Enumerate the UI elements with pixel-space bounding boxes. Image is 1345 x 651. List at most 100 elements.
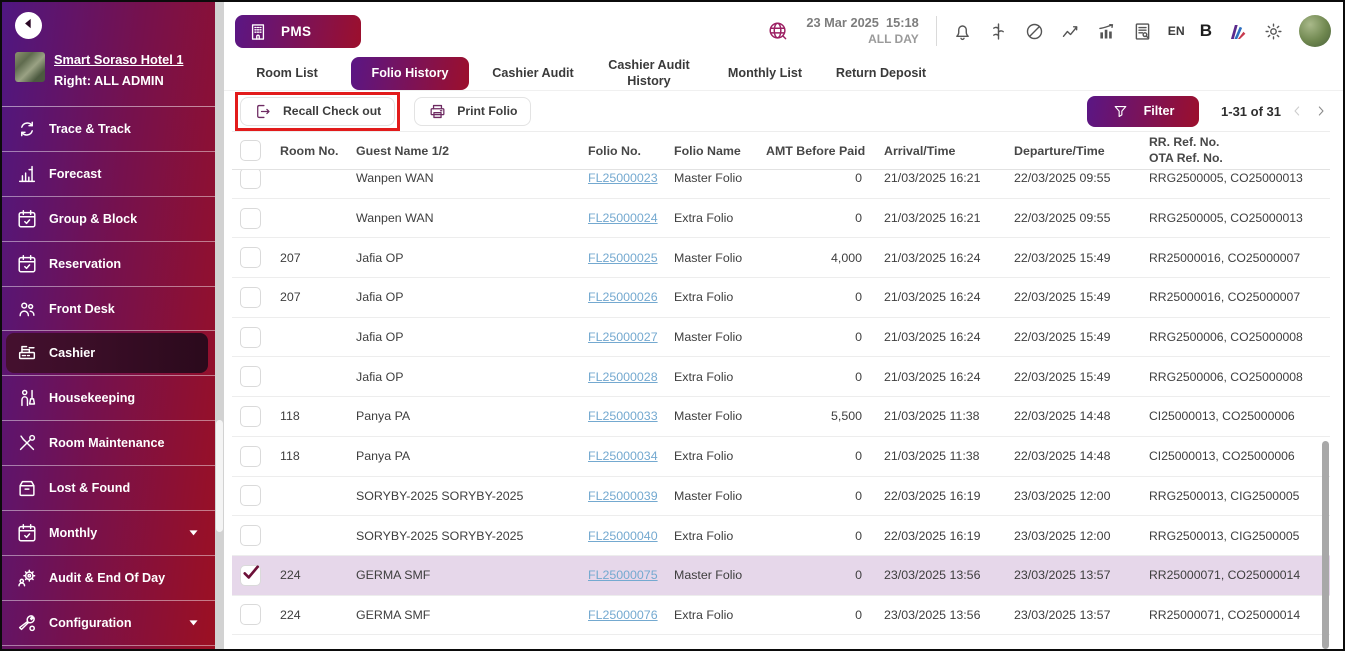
folio-link[interactable]: FL25000025 <box>588 251 658 265</box>
cell-guest-name: Jafia OP <box>356 330 588 344</box>
folio-link[interactable]: FL25000024 <box>588 211 658 225</box>
sidebar-scrollbar-track <box>215 2 224 649</box>
calendar-check-icon <box>16 208 38 230</box>
print-folio-button[interactable]: Print Folio <box>414 97 531 126</box>
notification-bell-icon[interactable] <box>952 21 973 42</box>
cell-guest-name: Jafia OP <box>356 290 588 304</box>
cell-departure-time: 22/03/2025 15:49 <box>1014 290 1149 304</box>
row-checkbox[interactable] <box>240 604 261 625</box>
bold-toggle[interactable]: B <box>1200 21 1212 41</box>
pms-button[interactable]: PMS <box>235 15 361 48</box>
table-row[interactable]: 207 Jafia OP FL25000025 Master Folio 4,0… <box>232 238 1330 278</box>
folio-link[interactable]: FL25000033 <box>588 409 658 423</box>
report-icon[interactable] <box>1132 21 1153 42</box>
folio-link[interactable]: FL25000034 <box>588 449 658 463</box>
cell-guest-name: GERMA SMF <box>356 608 588 622</box>
cell-ref-no: CI25000013, CO25000006 <box>1149 449 1330 463</box>
row-checkbox[interactable] <box>240 247 261 268</box>
row-checkbox[interactable] <box>240 525 261 546</box>
table-scrollbar-thumb[interactable] <box>1322 441 1329 649</box>
block-icon[interactable] <box>1024 21 1045 42</box>
language-selector[interactable]: EN <box>1168 24 1185 38</box>
cell-ref-no: RR25000071, CO25000014 <box>1149 568 1330 582</box>
table-row[interactable]: SORYBY-2025 SORYBY-2025 FL25000040 Extra… <box>232 516 1330 556</box>
folio-link[interactable]: FL25000040 <box>588 529 658 543</box>
filter-label: Filter <box>1144 104 1175 118</box>
row-checkbox[interactable] <box>240 327 261 348</box>
cell-departure-time: 22/03/2025 14:48 <box>1014 449 1149 463</box>
branch-icon[interactable] <box>988 21 1009 42</box>
filter-button[interactable]: Filter <box>1087 96 1199 127</box>
sidebar-item-housekeeping[interactable]: Housekeeping <box>2 376 215 421</box>
cell-folio-name: Extra Folio <box>674 370 766 384</box>
sidebar-item-monthly[interactable]: Monthly <box>2 511 215 556</box>
sidebar-item-trace-track[interactable]: Trace & Track <box>2 107 215 152</box>
cell-room-no: 207 <box>280 251 356 265</box>
user-avatar[interactable] <box>1299 15 1331 47</box>
folio-link[interactable]: FL25000023 <box>588 171 658 185</box>
sidebar-item-front-desk[interactable]: Front Desk <box>2 287 215 332</box>
row-checkbox[interactable] <box>240 287 261 308</box>
table-row[interactable]: 224 GERMA SMF FL25000076 Extra Folio 0 2… <box>232 596 1330 636</box>
tab-cashier-audit-history[interactable]: Cashier Audit History <box>597 58 701 88</box>
page-previous-button[interactable] <box>1289 103 1305 119</box>
cell-amt-before-paid: 0 <box>766 211 884 225</box>
page-next-button[interactable] <box>1313 103 1329 119</box>
cell-departure-time: 23/03/2025 13:57 <box>1014 608 1149 622</box>
people-icon <box>16 298 38 320</box>
table-row[interactable]: Jafia OP FL25000027 Master Folio 0 21/03… <box>232 318 1330 358</box>
folio-link[interactable]: FL25000076 <box>588 608 658 622</box>
tab-folio-history[interactable]: Folio History <box>351 57 469 90</box>
row-checkbox[interactable] <box>240 208 261 229</box>
row-checkbox[interactable] <box>240 170 261 189</box>
row-checkbox[interactable] <box>240 446 261 467</box>
sidebar-item-group-block[interactable]: Group & Block <box>2 197 215 242</box>
table-row[interactable]: 224 GERMA SMF FL25000075 Master Folio 0 … <box>232 556 1330 596</box>
gear-icon[interactable] <box>1263 21 1284 42</box>
bar-stats-icon[interactable] <box>1096 21 1117 42</box>
sidebar-item-configuration[interactable]: Configuration <box>2 601 215 646</box>
folio-link[interactable]: FL25000026 <box>588 290 658 304</box>
select-all-checkbox[interactable] <box>240 140 261 161</box>
cell-folio-name: Extra Folio <box>674 608 766 622</box>
table-row[interactable]: SORYBY-2025 SORYBY-2025 FL25000039 Maste… <box>232 477 1330 517</box>
table-row[interactable]: Wanpen WAN FL25000024 Extra Folio 0 21/0… <box>232 199 1330 239</box>
sidebar-collapse-button[interactable] <box>15 12 42 39</box>
folio-link[interactable]: FL25000028 <box>588 370 658 384</box>
sidebar-item-label: Group & Block <box>49 212 137 226</box>
all-day-label: ALL DAY <box>806 32 918 48</box>
cell-guest-name: Wanpen WAN <box>356 171 588 185</box>
tab-room-list[interactable]: Room List <box>235 66 339 81</box>
sidebar-item-audit-end-of-day[interactable]: Audit & End Of Day <box>2 556 215 601</box>
tab-return-deposit[interactable]: Return Deposit <box>829 66 933 81</box>
sidebar-item-cashier[interactable]: Cashier <box>2 331 215 376</box>
annotation-highlight-box: Recall Check out <box>235 92 400 131</box>
table-row[interactable]: 207 Jafia OP FL25000026 Extra Folio 0 21… <box>232 278 1330 318</box>
table-row[interactable]: Jafia OP FL25000028 Extra Folio 0 21/03/… <box>232 357 1330 397</box>
row-checkbox[interactable] <box>240 366 261 387</box>
table-row[interactable]: Wanpen WAN FL25000023 Master Folio 0 21/… <box>232 170 1330 199</box>
sidebar-item-room-maintenance[interactable]: Room Maintenance <box>2 421 215 466</box>
folio-link[interactable]: FL25000039 <box>588 489 658 503</box>
recall-check-out-button[interactable]: Recall Check out <box>240 97 395 126</box>
sidebar-scrollbar-thumb[interactable] <box>216 420 223 532</box>
sidebar-item-lost-found[interactable]: Lost & Found <box>2 466 215 511</box>
hotel-name-link[interactable]: Smart Soraso Hotel 1 <box>54 52 183 67</box>
row-checkbox[interactable] <box>240 485 261 506</box>
line-chart-icon[interactable] <box>1060 21 1081 42</box>
row-checkbox[interactable] <box>240 406 261 427</box>
folio-link[interactable]: FL25000027 <box>588 330 658 344</box>
cell-room-no: 224 <box>280 608 356 622</box>
chevron-down-icon <box>186 525 201 540</box>
tab-monthly-list[interactable]: Monthly List <box>713 66 817 81</box>
table-row[interactable]: 118 Panya PA FL25000034 Extra Folio 0 21… <box>232 437 1330 477</box>
tab-cashier-audit[interactable]: Cashier Audit <box>481 66 585 81</box>
table-row[interactable]: 118 Panya PA FL25000033 Master Folio 5,5… <box>232 397 1330 437</box>
globe-icon[interactable] <box>767 20 789 42</box>
sidebar-item-forecast[interactable]: Forecast <box>2 152 215 197</box>
row-checkbox[interactable] <box>240 565 261 586</box>
sync-icon <box>16 118 38 140</box>
sidebar-item-reservation[interactable]: Reservation <box>2 242 215 287</box>
theme-palette-icon[interactable] <box>1227 21 1248 42</box>
folio-link[interactable]: FL25000075 <box>588 568 658 582</box>
